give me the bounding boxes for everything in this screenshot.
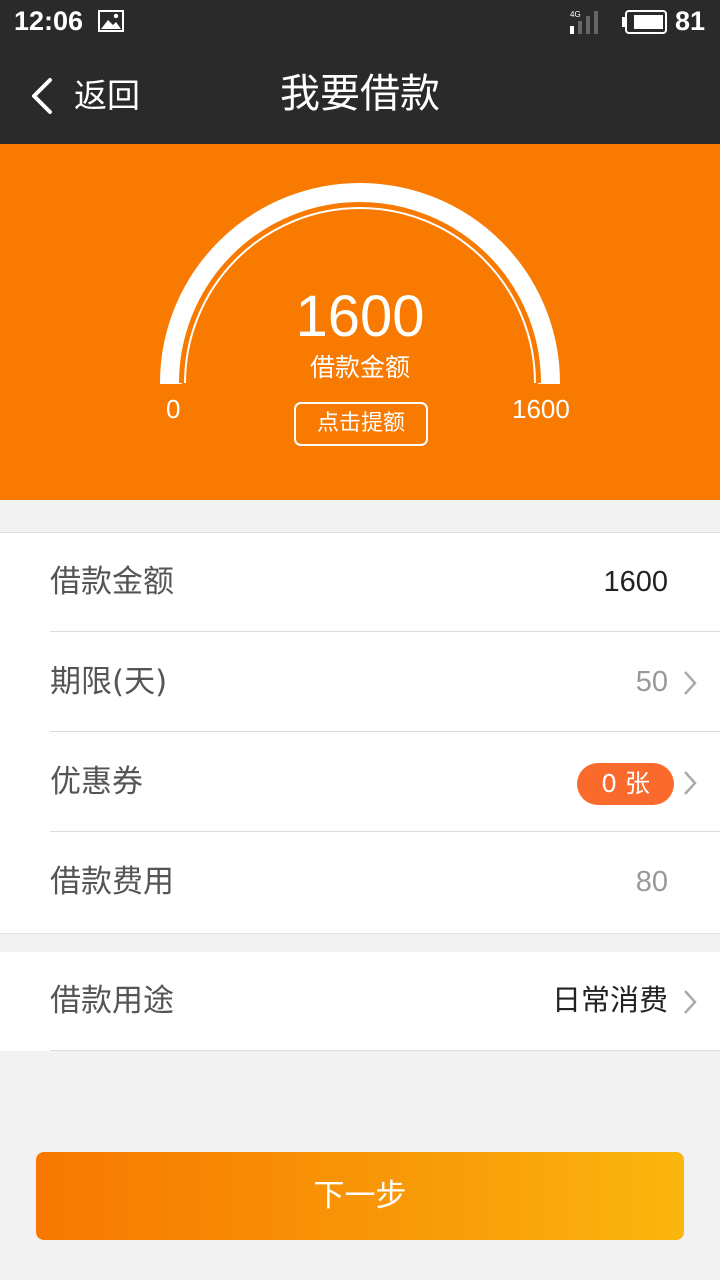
row-label: 借款费用 xyxy=(50,864,174,900)
gauge-min-label: 0 xyxy=(166,394,181,424)
term-days-value: 50 xyxy=(635,666,668,698)
signal-4g-icon: 4G xyxy=(570,10,598,34)
battery-level: 81 xyxy=(675,6,706,36)
loan-details-list: 借款金额 1600 期限(天) 50 优惠券 0 张 借款费用 80 xyxy=(0,532,720,934)
next-step-button[interactable]: 下一步 xyxy=(36,1152,684,1240)
loan-fee-row: 借款费用 80 xyxy=(0,833,720,932)
row-label: 期限(天) xyxy=(50,664,168,700)
status-bar: 12:06 4G 81 xyxy=(0,0,720,46)
row-label: 优惠券 xyxy=(50,764,143,800)
page-title: 我要借款 xyxy=(280,71,440,117)
divider xyxy=(50,1050,720,1051)
row-label: 借款用途 xyxy=(50,983,174,1019)
chevron-right-icon xyxy=(684,990,697,1014)
raise-limit-button[interactable]: 点击提额 xyxy=(294,402,428,446)
status-time: 12:06 xyxy=(14,6,84,36)
loan-amount-value: 1600 xyxy=(603,566,668,598)
coupon-row[interactable]: 优惠券 0 张 xyxy=(0,733,720,832)
divider xyxy=(50,731,720,732)
coupon-count-badge: 0 张 xyxy=(577,763,674,805)
chevron-right-icon xyxy=(684,671,697,695)
divider xyxy=(50,631,720,632)
row-label: 借款金额 xyxy=(50,564,174,600)
divider xyxy=(50,831,720,832)
loan-amount-caption: 借款金额 xyxy=(309,353,410,382)
gauge-max-label: 1600 xyxy=(512,394,570,424)
loan-purpose-value: 日常消费 xyxy=(551,985,668,1017)
chevron-right-icon xyxy=(684,771,697,795)
svg-text:4G: 4G xyxy=(570,10,581,19)
loan-gauge-panel: 1600 借款金额 0 1600 点击提额 xyxy=(0,144,720,500)
term-days-row[interactable]: 期限(天) 50 xyxy=(0,633,720,732)
nav-bar: 返回 我要借款 xyxy=(0,46,720,144)
loan-amount-display: 1600 xyxy=(295,284,425,349)
loan-amount-row: 借款金额 1600 xyxy=(0,533,720,632)
gallery-notification-icon xyxy=(98,10,124,32)
loan-purpose-row[interactable]: 借款用途 日常消费 xyxy=(0,952,720,1051)
loan-fee-value: 80 xyxy=(635,866,668,898)
battery-icon xyxy=(622,10,667,34)
